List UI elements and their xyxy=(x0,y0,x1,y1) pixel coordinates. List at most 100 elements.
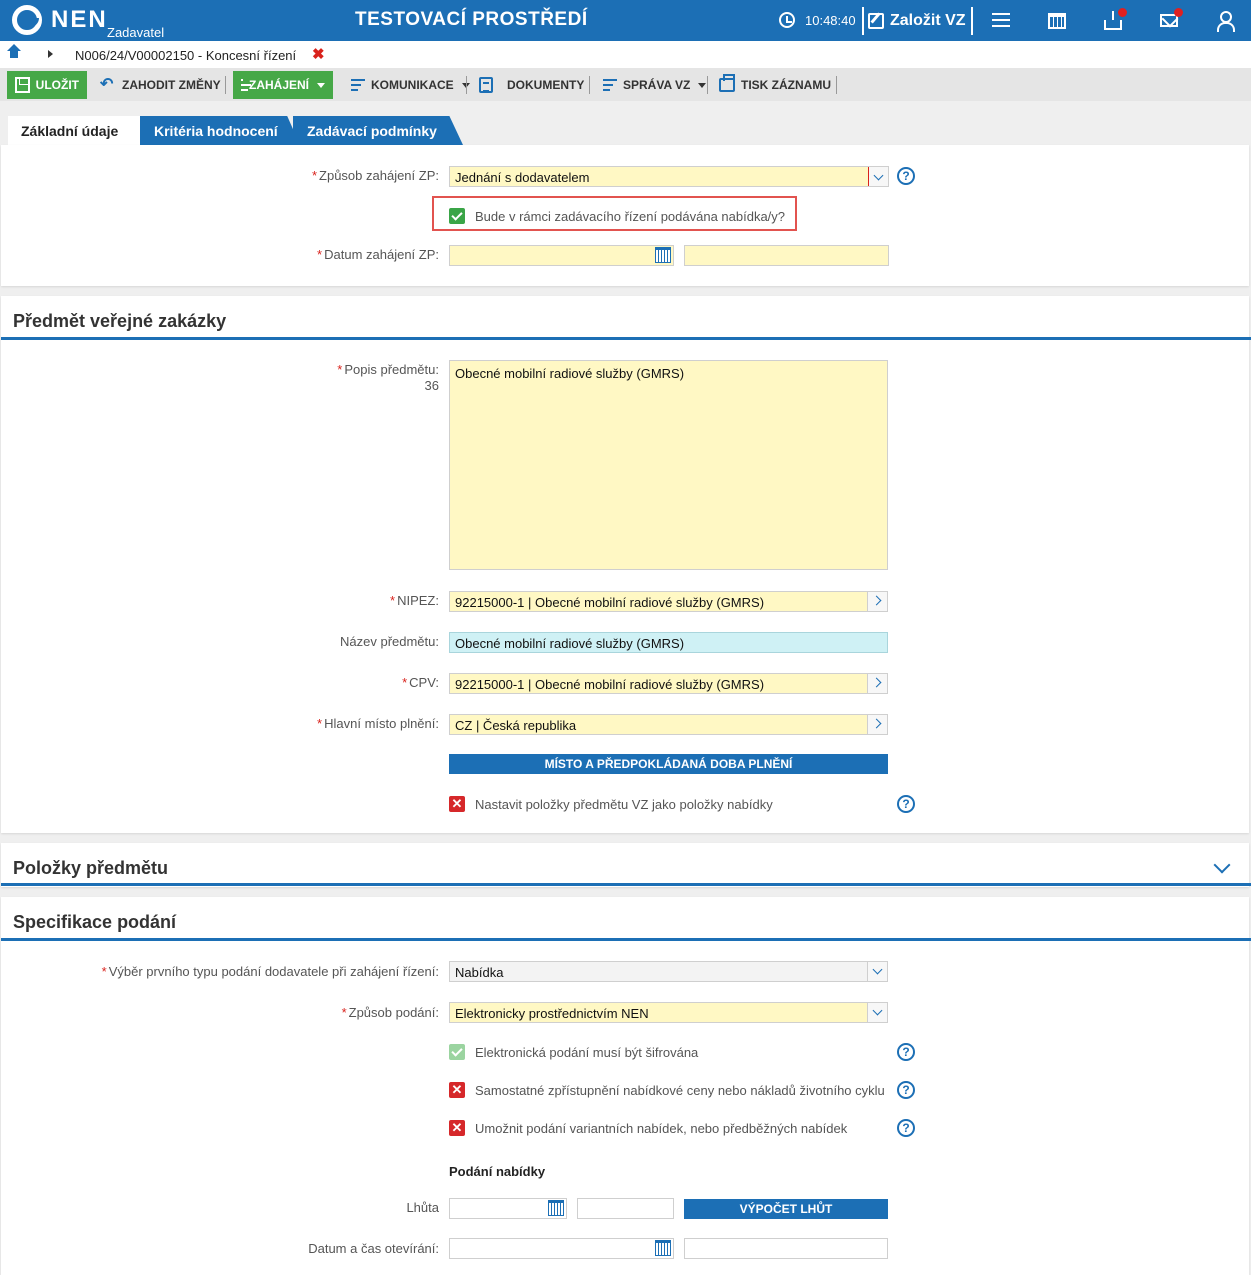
inbox-icon[interactable] xyxy=(1104,11,1122,30)
calendar-icon[interactable] xyxy=(1048,13,1066,29)
opening-datetime-label: Datum a čas otevírání: xyxy=(308,1241,439,1256)
breadcrumb: N006/24/V00002150 - Koncesní řízení ✖ xyxy=(0,41,1251,68)
opening-date-input[interactable] xyxy=(449,1238,674,1259)
calendar-icon[interactable] xyxy=(655,1240,671,1256)
save-label: ULOŽIT xyxy=(35,78,79,92)
cpv-select[interactable]: 92215000-1 | Obecné mobilní radiové služ… xyxy=(449,673,888,694)
print-label: TISK ZÁZNAMU xyxy=(741,78,831,92)
divider xyxy=(862,7,864,35)
tender-management-menu-button[interactable]: SPRÁVA VZ xyxy=(603,71,707,99)
start-method-select[interactable]: Jednání s dodavatelem xyxy=(449,166,889,187)
description-textarea[interactable]: Obecné mobilní radiové služby (GMRS) xyxy=(449,360,888,570)
logo-text[interactable]: NEN xyxy=(51,6,108,34)
calendar-icon[interactable] xyxy=(548,1200,564,1216)
list-icon xyxy=(351,79,365,91)
nen-logo-icon[interactable] xyxy=(12,5,42,35)
chevron-down-icon[interactable] xyxy=(1213,856,1231,874)
tab-bar: Základní údaje Kritéria hodnocení Zadáva… xyxy=(0,101,1251,145)
items-section-title: Položky předmětu xyxy=(13,858,169,878)
variant-offers-checkbox[interactable]: ✕ xyxy=(449,1120,465,1136)
submission-method-value: Elektronicky prostřednictvím NEN xyxy=(455,1006,649,1021)
discard-label: ZAHODIT ZMĚNY xyxy=(122,78,221,92)
divider xyxy=(225,76,226,94)
start-method-value: Jednání s dodavatelem xyxy=(455,170,590,185)
documents-label: DOKUMENTY xyxy=(507,78,585,92)
nipez-select[interactable]: 92215000-1 | Obecné mobilní radiové služ… xyxy=(449,591,888,612)
opening-time-input[interactable] xyxy=(684,1238,888,1259)
offer-submission-subheading: Podání nabídky xyxy=(449,1164,546,1179)
nipez-value: 92215000-1 | Obecné mobilní radiové služ… xyxy=(455,595,765,610)
chevron-down-icon[interactable] xyxy=(867,962,887,981)
chevron-down-icon[interactable] xyxy=(868,167,888,186)
document-icon xyxy=(479,77,493,93)
chevron-down-icon[interactable] xyxy=(867,1003,887,1022)
logo-subtitle: Zadavatel xyxy=(107,25,165,40)
first-submission-type-select[interactable]: Nabídka xyxy=(449,961,888,982)
separate-price-checkbox[interactable]: ✕ xyxy=(449,1082,465,1098)
first-submission-type-label: * Výběr prvního typu podání dodavatele př… xyxy=(101,964,439,979)
subject-name-field: Obecné mobilní radiové služby (GMRS) xyxy=(449,632,888,653)
tab-tender-conditions[interactable]: Zadávací podmínky xyxy=(293,116,463,145)
create-tender-button[interactable]: Založit VZ xyxy=(868,10,966,32)
section-divider xyxy=(1,883,1251,886)
basic-data-panel: * Způsob zahájení ZP: Jednání s dodavatel… xyxy=(1,145,1249,286)
help-icon[interactable]: ? xyxy=(897,167,915,185)
calendar-icon[interactable] xyxy=(655,247,671,263)
caret-down-icon xyxy=(698,82,707,88)
tab-evaluation-criteria[interactable]: Kritéria hodnocení xyxy=(140,116,300,145)
documents-button[interactable]: DOKUMENTY xyxy=(479,71,584,99)
start-date-label: * Datum zahájení ZP: xyxy=(317,247,439,262)
tab-basic-data[interactable]: Základní údaje xyxy=(8,116,140,145)
divider xyxy=(707,76,708,94)
breadcrumb-current[interactable]: N006/24/V00002150 - Koncesní řízení xyxy=(75,48,296,63)
offer-submitted-checkbox[interactable] xyxy=(449,208,465,224)
communication-menu-button[interactable]: KOMUNIKACE xyxy=(351,71,470,99)
submission-method-label: * Způsob podání: xyxy=(341,1005,439,1020)
divider xyxy=(589,76,590,94)
help-icon[interactable]: ? xyxy=(897,1119,915,1137)
cpv-value: 92215000-1 | Obecné mobilní radiové služ… xyxy=(455,677,765,692)
place-select[interactable]: CZ | Česká republika xyxy=(449,714,888,735)
menu-icon[interactable] xyxy=(992,13,1010,27)
start-date-input[interactable] xyxy=(449,245,674,266)
chevron-right-icon[interactable] xyxy=(867,592,887,611)
save-button[interactable]: ULOŽIT xyxy=(7,71,87,99)
start-menu-button[interactable]: ZAHÁJENÍ xyxy=(233,71,333,99)
chevron-right-icon[interactable] xyxy=(867,674,887,693)
deadline-date-input[interactable] xyxy=(449,1198,567,1219)
undo-icon: ↶ xyxy=(100,76,114,93)
chevron-right-icon[interactable] xyxy=(867,715,887,734)
action-toolbar: ULOŽIT ↶ ZAHODIT ZMĚNY ZAHÁJENÍ KOMUNIKA… xyxy=(0,68,1251,101)
divider xyxy=(466,76,467,94)
place-and-duration-button[interactable]: MÍSTO A PŘEDPOKLÁDANÁ DOBA PLNĚNÍ xyxy=(449,754,888,774)
clock-icon xyxy=(779,12,795,28)
offer-submitted-label: Bude v rámci zadávacího řízení podávána … xyxy=(475,209,786,224)
description-label: * Popis předmětu: xyxy=(337,362,439,377)
discard-changes-button[interactable]: ↶ ZAHODIT ZMĚNY xyxy=(100,71,221,99)
items-panel: Položky předmětu xyxy=(1,843,1251,887)
home-icon[interactable] xyxy=(7,44,21,60)
divider xyxy=(836,76,837,94)
user-icon[interactable] xyxy=(1216,11,1235,32)
divider xyxy=(971,7,973,35)
help-icon[interactable]: ? xyxy=(897,1043,915,1061)
subject-panel: Předmět veřejné zakázky * Popis předmětu:… xyxy=(1,296,1251,833)
help-icon[interactable]: ? xyxy=(897,795,915,813)
encrypted-submission-label: Elektronická podání musí být šifrována xyxy=(475,1045,699,1060)
subject-name-label: Název předmětu: xyxy=(340,634,439,649)
place-value: CZ | Česká republika xyxy=(455,718,577,733)
calculate-deadlines-button[interactable]: VÝPOČET LHŮT xyxy=(684,1199,888,1219)
close-icon[interactable]: ✖ xyxy=(312,45,325,63)
create-tender-label: Založit VZ xyxy=(890,12,966,29)
place-label: * Hlavní místo plnění: xyxy=(317,716,439,731)
save-icon xyxy=(15,77,30,93)
start-time-input[interactable] xyxy=(684,245,889,266)
help-icon[interactable]: ? xyxy=(897,1081,915,1099)
print-record-button[interactable]: TISK ZÁZNAMU xyxy=(719,71,831,99)
list-icon xyxy=(241,79,251,91)
list-icon xyxy=(603,79,617,91)
items-as-offer-checkbox[interactable]: ✕ xyxy=(449,796,465,812)
submission-method-select[interactable]: Elektronicky prostřednictvím NEN xyxy=(449,1002,888,1023)
deadline-time-input[interactable] xyxy=(577,1198,674,1219)
edit-icon xyxy=(868,13,884,29)
